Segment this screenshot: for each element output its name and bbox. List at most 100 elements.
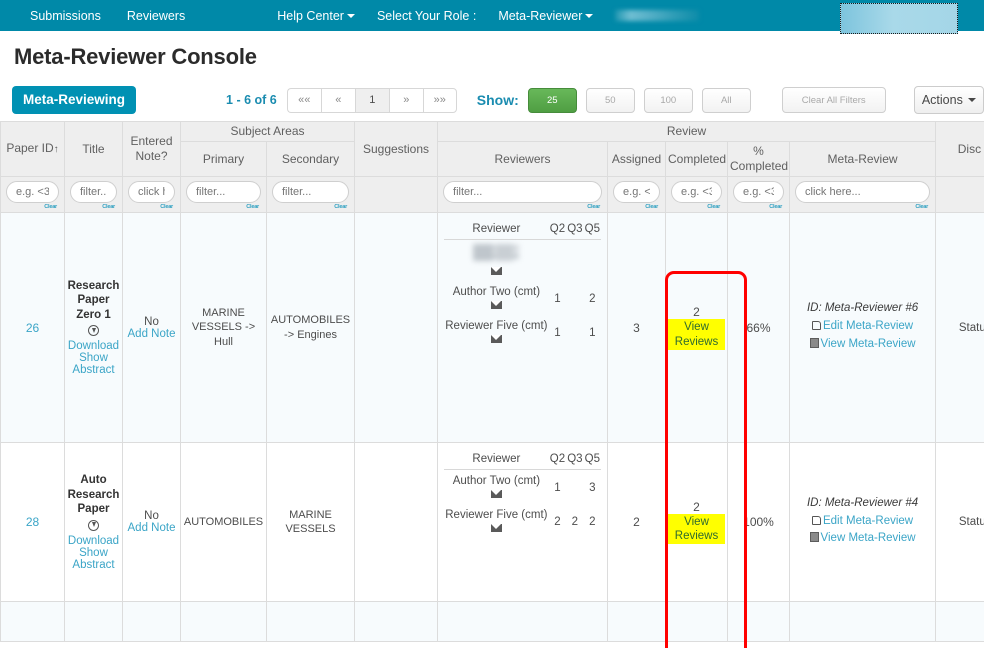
download-link[interactable]: Download <box>67 535 120 547</box>
col-title[interactable]: Title <box>64 121 123 177</box>
filter-input-pct-completed[interactable] <box>733 181 785 203</box>
pagination-next[interactable]: » <box>388 87 423 113</box>
nav-item-submissions[interactable]: Submissions <box>30 9 101 23</box>
show-option-25[interactable]: 25 <box>527 87 577 113</box>
reviewer-name-cell: Reviewer Five (cmt) <box>444 315 549 349</box>
download-icon[interactable] <box>88 325 99 337</box>
email-icon[interactable] <box>490 334 502 343</box>
table-body: 26 Research Paper Zero 1 Download Show A… <box>0 212 984 642</box>
reviewer-q2 <box>549 240 566 281</box>
edit-meta-review-link[interactable]: Edit Meta-Review <box>792 513 933 530</box>
filter-input-assigned[interactable] <box>613 181 661 203</box>
entered-note-value: No <box>144 510 159 522</box>
col-reviewers[interactable]: Reviewers <box>437 141 609 177</box>
filter-clear-secondary[interactable]: Clear <box>272 204 349 210</box>
nav-item-role-meta-reviewer[interactable]: Meta-Reviewer <box>498 9 594 23</box>
show-option-100[interactable]: 100 <box>643 87 693 113</box>
col-completed[interactable]: Completed <box>665 141 729 177</box>
reviewer-name: Author Two (cmt) <box>452 475 541 487</box>
view-reviews-link[interactable]: View Reviews <box>668 513 726 545</box>
paper-id-link[interactable]: 28 <box>26 515 39 529</box>
filter-clear-entered-note[interactable]: Clear <box>128 204 175 210</box>
cell-discussion-feedback: Statu D <box>935 212 984 443</box>
col-paper-id[interactable]: Paper ID↑ <box>0 121 65 177</box>
col-meta-review[interactable]: Meta-Review <box>789 141 937 177</box>
cell-meta-review <box>789 601 937 642</box>
show-abstract-link[interactable]: Show Abstract <box>67 352 120 376</box>
reviewer-name: Reviewer Five (cmt) <box>445 319 548 332</box>
subcol-q5: Q5 <box>583 221 602 240</box>
col-discussion-feedback[interactable]: Disc Fe <box>935 121 984 177</box>
filter-clear-pct-completed[interactable]: Clear <box>733 204 784 210</box>
add-note-link[interactable]: Add Note <box>125 328 178 340</box>
view-meta-review-label: View Meta-Review <box>820 337 916 350</box>
edit-meta-review-label: Edit Meta-Review <box>822 320 914 333</box>
cell-suggestions <box>354 212 439 443</box>
pagination-last[interactable]: »» <box>422 87 457 113</box>
filter-input-title[interactable] <box>70 181 117 203</box>
view-meta-review-link[interactable]: View Meta-Review <box>792 530 933 547</box>
pencil-edit-icon <box>811 321 821 331</box>
reviewer-row: Author Two (cmt) 1 3 <box>444 470 601 504</box>
reviewer-q2: 2 <box>554 515 561 528</box>
tab-meta-reviewing[interactable]: Meta-Reviewing <box>12 86 137 114</box>
filter-clear-meta-review[interactable]: Clear <box>795 204 930 210</box>
col-assigned[interactable]: Assigned <box>607 141 667 177</box>
view-reviews-link[interactable]: View Reviews <box>668 319 726 350</box>
meta-review-table: Paper ID↑ Title Entered Note? Subject Ar… <box>0 121 984 642</box>
show-option-50[interactable]: 50 <box>585 87 635 113</box>
email-icon[interactable] <box>490 267 502 276</box>
submissions-grid: Paper ID↑ Title Entered Note? Subject Ar… <box>0 121 984 648</box>
cell-primary-subject: MARINE VESSELS -> Hull <box>180 212 267 443</box>
nav-item-reviewers[interactable]: Reviewers <box>127 9 185 23</box>
paper-id-link[interactable]: 26 <box>26 321 39 335</box>
add-note-link[interactable]: Add Note <box>125 522 178 534</box>
email-icon[interactable] <box>490 490 502 499</box>
reviewer-q2: 1 <box>554 326 561 339</box>
filter-input-paper-id[interactable] <box>6 181 59 203</box>
filter-input-completed[interactable] <box>671 181 723 203</box>
pagination-page-1[interactable]: 1 <box>354 87 389 113</box>
nav-item-help-center[interactable]: Help Center <box>277 9 355 23</box>
filter-input-secondary[interactable] <box>272 181 350 203</box>
nav-left-group: Submissions Reviewers <box>0 9 185 23</box>
filter-input-primary[interactable] <box>186 181 261 203</box>
pagination-prev[interactable]: « <box>320 87 355 113</box>
filter-input-reviewers[interactable] <box>443 181 603 203</box>
email-icon[interactable] <box>490 524 502 533</box>
completed-count: 2 <box>693 499 700 514</box>
col-secondary[interactable]: Secondary <box>265 141 356 177</box>
email-icon[interactable] <box>490 301 502 310</box>
reviewer-row <box>444 240 601 281</box>
filter-clear-primary[interactable]: Clear <box>186 204 261 210</box>
edit-meta-review-link[interactable]: Edit Meta-Review <box>792 318 933 335</box>
filter-clear-paper-id[interactable]: Clear <box>6 204 59 210</box>
filter-clear-completed[interactable]: Clear <box>671 204 722 210</box>
filter-cell-title: Clear <box>64 176 123 213</box>
view-meta-review-link[interactable]: View Meta-Review <box>792 336 933 353</box>
filter-clear-title[interactable]: Clear <box>70 204 117 210</box>
redacted-reviewer-name <box>473 244 520 261</box>
filter-input-entered-note[interactable] <box>128 181 175 203</box>
reviewers-subtable: Reviewer Q2 Q3 Q5 Author Two (cmt) 1 2 R… <box>444 221 602 349</box>
focused-input-highlight[interactable] <box>840 3 958 34</box>
show-label: Show: <box>476 92 519 108</box>
reviewer-q5: 1 <box>589 326 596 339</box>
show-abstract-link[interactable]: Show Abstract <box>67 547 120 571</box>
filter-cell-paper-id: Clear <box>0 176 65 213</box>
col-entered-note[interactable]: Entered Note? <box>122 121 181 177</box>
view-meta-review-label: View Meta-Review <box>820 532 916 544</box>
pagination-first[interactable]: «« <box>286 87 321 113</box>
filter-clear-assigned[interactable]: Clear <box>613 204 660 210</box>
show-option-all[interactable]: All <box>701 87 751 113</box>
col-suggestions[interactable]: Suggestions <box>354 121 439 177</box>
actions-button[interactable]: Actions <box>913 86 984 114</box>
filter-clear-reviewers[interactable]: Clear <box>443 204 602 210</box>
col-pct-completed[interactable]: % Completed <box>727 141 791 177</box>
download-link[interactable]: Download <box>67 340 120 352</box>
filter-input-meta-review[interactable] <box>795 181 931 203</box>
download-icon[interactable] <box>88 519 99 531</box>
col-primary[interactable]: Primary <box>180 141 267 177</box>
clear-all-filters-button[interactable]: Clear All Filters <box>781 87 886 113</box>
filter-cell-pct-completed: Clear <box>727 176 791 213</box>
